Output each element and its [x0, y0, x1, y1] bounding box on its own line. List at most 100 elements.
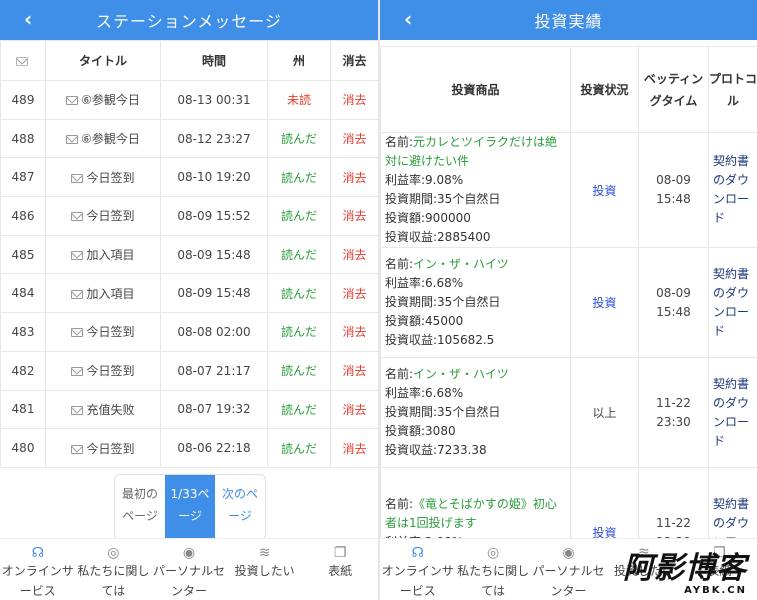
- product-amount: 投資額:900000: [385, 211, 471, 225]
- delete-button[interactable]: 消去: [330, 428, 378, 468]
- product-name-line: 名前:元カレとツイラクだけは絶対に避けたい件: [385, 133, 566, 171]
- watermark-text: 阿影博客: [623, 551, 747, 586]
- first-page-button[interactable]: 最初のページ: [115, 475, 165, 539]
- product-name[interactable]: イン・ザ・ハイツ: [413, 257, 509, 271]
- product-period: 投資期間:35个自然日: [385, 405, 501, 419]
- message-title-cell[interactable]: 今日签到: [45, 157, 161, 198]
- tab-item[interactable]: ☊ オンラインサービス: [380, 539, 455, 600]
- message-title[interactable]: ⑥参観今日: [81, 93, 140, 107]
- message-title[interactable]: 今日签到: [86, 364, 134, 378]
- message-id: 481: [0, 389, 46, 430]
- delete-button[interactable]: 消去: [330, 157, 378, 198]
- table-row[interactable]: 483 今日签到 08-08 02:00 読んだ 消去: [0, 312, 378, 352]
- betting-clock: 15:48: [656, 192, 691, 206]
- watermark-logo: 阿影博客 AYBK.CN: [623, 551, 747, 597]
- tab-item[interactable]: ☊ オンラインサービス: [0, 539, 76, 600]
- product-amount: 投資額:45000: [385, 314, 464, 328]
- message-title[interactable]: ⑥参観今日: [81, 132, 140, 146]
- headset-icon: ☊: [411, 545, 424, 561]
- message-status: 読んだ: [267, 389, 331, 430]
- table-row[interactable]: 487 今日签到 08-10 19:20 読んだ 消去: [0, 157, 378, 198]
- message-id: 486: [0, 196, 46, 236]
- compass-icon: ◎: [487, 545, 500, 561]
- tab-item[interactable]: ≋ 投資したい: [227, 539, 303, 600]
- table-row: 名前:元カレとツイラクだけは絶対に避けたい件 利益率:9.08% 投資期間:35个自…: [380, 132, 757, 248]
- delete-button[interactable]: 消去: [330, 312, 378, 352]
- message-title[interactable]: 加入項目: [86, 248, 134, 262]
- message-title[interactable]: 今日签到: [86, 442, 134, 456]
- message-status: 未読: [267, 80, 331, 120]
- column-header: 消去: [330, 40, 378, 81]
- next-page-button[interactable]: 次のページ: [215, 475, 265, 539]
- delete-button[interactable]: 消去: [330, 234, 378, 275]
- table-row[interactable]: 481 充值失败 08-07 19:32 読んだ 消去: [0, 389, 378, 430]
- tab-item[interactable]: ◉ パーソナルセンター: [151, 539, 227, 600]
- message-title-cell[interactable]: 充值失败: [45, 389, 161, 430]
- delete-button[interactable]: 消去: [330, 80, 378, 120]
- message-title-cell[interactable]: 今日签到: [45, 428, 161, 468]
- message-title[interactable]: 今日签到: [86, 171, 134, 185]
- back-arrow-icon[interactable]: ‹: [404, 9, 412, 29]
- table-row[interactable]: 482 今日签到 08-07 21:17 読んだ 消去: [0, 350, 378, 391]
- message-time: 08-09 15:48: [160, 234, 268, 275]
- column-header: タイトル: [45, 40, 161, 81]
- message-title-cell[interactable]: 加入項目: [45, 234, 161, 275]
- table-row[interactable]: 486 今日签到 08-09 15:52 読んだ 消去: [0, 196, 378, 236]
- tab-item[interactable]: ◎ 私たちに関しては: [76, 539, 152, 600]
- table-row[interactable]: 489 ⑥参観今日 08-13 00:31 未読 消去: [0, 80, 378, 120]
- table-row[interactable]: 480 今日签到 08-06 22:18 読んだ 消去: [0, 428, 378, 468]
- contract-download-link[interactable]: 契約書のダウンロード: [708, 247, 757, 358]
- product-name-line: 名前:イン・ザ・ハイツ: [385, 255, 566, 274]
- delete-button[interactable]: 消去: [330, 273, 378, 314]
- table-row[interactable]: 488 ⑥参観今日 08-12 23:27 読んだ 消去: [0, 118, 378, 159]
- message-time: 08-09 15:52: [160, 196, 268, 236]
- tab-item[interactable]: ◉ パーソナルセンター: [531, 539, 606, 600]
- betting-date: 08-09: [656, 173, 691, 187]
- message-title-cell[interactable]: 加入項目: [45, 273, 161, 314]
- back-arrow-icon[interactable]: ‹: [24, 9, 32, 29]
- tab-item[interactable]: ❐ 表紙: [302, 539, 378, 600]
- message-time: 08-08 02:00: [160, 312, 268, 352]
- message-status: 読んだ: [267, 273, 331, 314]
- investment-status: 以上: [570, 357, 639, 468]
- contract-download-link[interactable]: 契約書のダウンロード: [708, 132, 757, 248]
- tab-item[interactable]: ◎ 私たちに関しては: [455, 539, 530, 600]
- current-page-indicator: 1/33ページ: [165, 475, 215, 539]
- copy-icon: ❐: [333, 545, 347, 561]
- product-income: 投資収益:7233.38: [385, 443, 487, 457]
- envelope-icon: [71, 289, 84, 299]
- envelope-icon: [71, 367, 84, 377]
- message-title-cell[interactable]: ⑥参観今日: [45, 80, 161, 120]
- product-name-line: 名前:《竜とそばかすの姫》初心者は1回投げます: [385, 495, 566, 533]
- table-header-row: 投資商品 投資状況 ベッティングタイム プロトコル: [380, 46, 757, 133]
- message-title[interactable]: 加入項目: [86, 287, 134, 301]
- product-rate: 利益率:6.68%: [385, 386, 464, 400]
- tab-label: パーソナルセンター: [152, 564, 225, 598]
- message-id: 480: [0, 428, 46, 468]
- delete-button[interactable]: 消去: [330, 350, 378, 391]
- message-title-cell[interactable]: 今日签到: [45, 196, 161, 236]
- table-row[interactable]: 485 加入項目 08-09 15:48 読んだ 消去: [0, 234, 378, 275]
- delete-button[interactable]: 消去: [330, 118, 378, 159]
- contract-download-link[interactable]: 契約書のダウンロード: [708, 357, 757, 468]
- product-period: 投資期間:35个自然日: [385, 295, 501, 309]
- message-id: 488: [0, 118, 46, 159]
- message-title-cell[interactable]: 今日签到: [45, 350, 161, 391]
- message-status: 読んだ: [267, 428, 331, 468]
- station-message-screen: ‹ ステーションメッセージ タイトル 時間 州 消去 489 ⑥参観今日 08-13…: [0, 0, 378, 600]
- message-title[interactable]: 今日签到: [86, 209, 134, 223]
- column-header: 時間: [160, 40, 268, 81]
- delete-button[interactable]: 消去: [330, 196, 378, 236]
- message-title-cell[interactable]: 今日签到: [45, 312, 161, 352]
- product-name[interactable]: イン・ザ・ハイツ: [413, 367, 509, 381]
- message-id: 483: [0, 312, 46, 352]
- envelope-icon: [71, 328, 84, 338]
- message-title[interactable]: 今日签到: [86, 325, 134, 339]
- table-row[interactable]: 484 加入項目 08-09 15:48 読んだ 消去: [0, 273, 378, 314]
- message-title-cell[interactable]: ⑥参観今日: [45, 118, 161, 159]
- user-center-icon: ◉: [182, 545, 196, 561]
- delete-button[interactable]: 消去: [330, 389, 378, 430]
- tab-label: 投資したい: [234, 564, 295, 578]
- message-time: 08-07 21:17: [160, 350, 268, 391]
- message-title[interactable]: 充值失败: [86, 403, 134, 417]
